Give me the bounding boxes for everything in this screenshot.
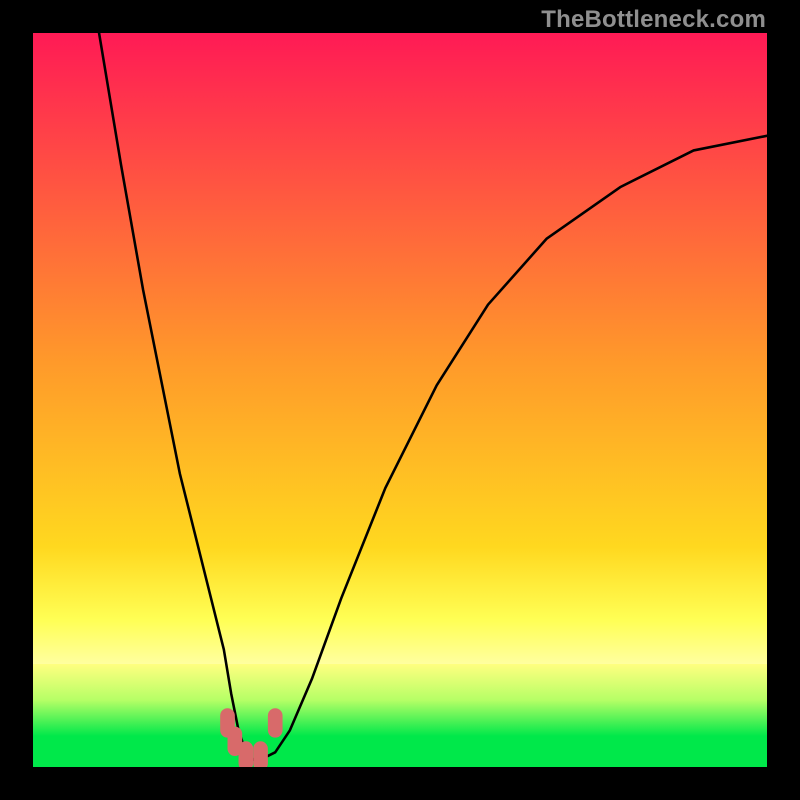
watermark-text: TheBottleneck.com bbox=[541, 6, 766, 34]
marker-point bbox=[268, 708, 283, 737]
curve-layer bbox=[33, 33, 767, 767]
chart-frame: TheBottleneck.com bbox=[0, 0, 800, 800]
marker-point bbox=[253, 741, 268, 767]
plot-area bbox=[33, 33, 767, 767]
marker-point bbox=[239, 741, 254, 767]
bottleneck-curve bbox=[99, 33, 767, 760]
highlight-markers bbox=[220, 708, 282, 767]
